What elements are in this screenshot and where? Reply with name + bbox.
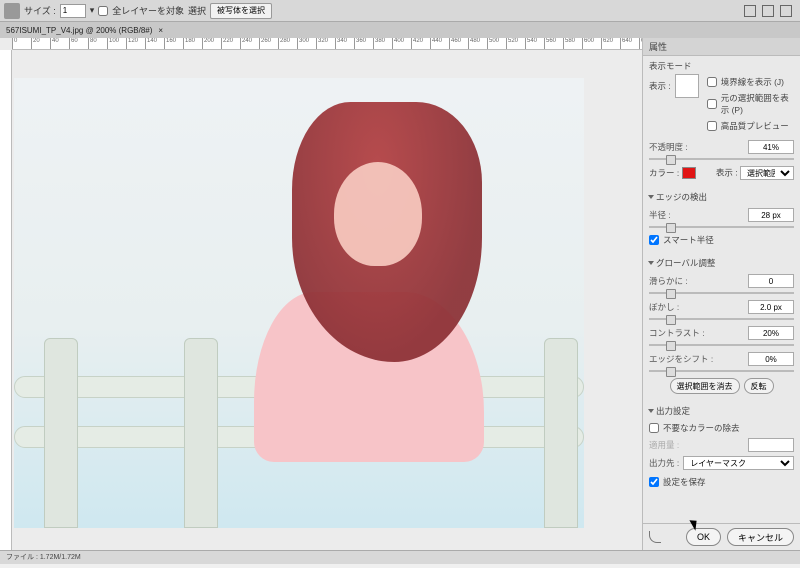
radius-label: 半径 : bbox=[649, 209, 671, 221]
indicate-select[interactable]: 選択範囲 bbox=[740, 166, 794, 180]
smart-radius-label: スマート半径 bbox=[663, 234, 714, 246]
shift-edge-label: エッジをシフト : bbox=[649, 353, 713, 365]
color-swatch[interactable] bbox=[682, 167, 696, 179]
contrast-label: コントラスト : bbox=[649, 327, 705, 339]
chevron-down-icon bbox=[648, 195, 654, 199]
feather-input[interactable] bbox=[748, 300, 794, 314]
show-original-label: 元の選択範囲を表示 (P) bbox=[721, 92, 794, 116]
chevron-down-icon bbox=[648, 261, 654, 265]
document-tab-label: 567ISUMI_TP_V4.jpg @ 200% (RGB/8#) bbox=[6, 26, 152, 35]
opacity-slider[interactable] bbox=[649, 158, 794, 160]
smart-radius-checkbox[interactable] bbox=[649, 235, 659, 245]
show-edge-checkbox[interactable] bbox=[707, 77, 717, 87]
options-bar: サイズ : ▾ 全レイヤーを対象 選択 被写体を選択 bbox=[0, 0, 800, 22]
document-tab[interactable]: 567ISUMI_TP_V4.jpg @ 200% (RGB/8#) × bbox=[0, 22, 800, 38]
all-layers-checkbox[interactable] bbox=[98, 6, 108, 16]
size-input[interactable] bbox=[60, 4, 86, 18]
global-refinements-section[interactable]: グローバル調整 bbox=[649, 254, 794, 272]
select-subject-button[interactable]: 被写体を選択 bbox=[210, 3, 272, 19]
horizontal-ruler: 0204060801001201401601802002202402602803… bbox=[12, 38, 642, 50]
output-to-label: 出力先 : bbox=[649, 457, 679, 469]
contrast-slider[interactable] bbox=[649, 344, 794, 346]
invert-button[interactable]: 反転 bbox=[744, 378, 774, 394]
output-to-select[interactable]: レイヤーマスク bbox=[683, 456, 794, 470]
show-label: 表示 : bbox=[649, 80, 671, 92]
panel-title: 属性 bbox=[643, 38, 800, 56]
remember-settings-checkbox[interactable] bbox=[649, 477, 659, 487]
opacity-input[interactable] bbox=[748, 140, 794, 154]
show-edge-label: 境界線を表示 (J) bbox=[721, 76, 794, 88]
share-icon[interactable] bbox=[780, 5, 792, 17]
size-unit: ▾ bbox=[90, 5, 95, 16]
smooth-label: 滑らかに : bbox=[649, 275, 688, 287]
view-mode-preview[interactable] bbox=[675, 74, 699, 98]
undo-icon[interactable] bbox=[649, 531, 661, 543]
shift-edge-input[interactable] bbox=[748, 352, 794, 366]
decontaminate-label: 不要なカラーの除去 bbox=[663, 422, 740, 434]
cancel-button[interactable]: キャンセル bbox=[727, 528, 794, 546]
all-layers-label: 全レイヤーを対象 bbox=[112, 4, 184, 17]
remember-settings-label: 設定を保存 bbox=[663, 476, 706, 488]
clear-selection-button[interactable]: 選択範囲を消去 bbox=[670, 378, 740, 394]
tool-icon[interactable] bbox=[4, 3, 20, 19]
radius-input[interactable] bbox=[748, 208, 794, 222]
color-show-label: 表示 : bbox=[716, 168, 738, 178]
show-original-checkbox[interactable] bbox=[707, 99, 717, 109]
shift-edge-slider[interactable] bbox=[649, 370, 794, 372]
chevron-down-icon bbox=[648, 409, 654, 413]
opacity-label: 不透明度 : bbox=[649, 141, 688, 153]
amount-input bbox=[748, 438, 794, 452]
smooth-slider[interactable] bbox=[649, 292, 794, 294]
radius-slider[interactable] bbox=[649, 226, 794, 228]
contrast-input[interactable] bbox=[748, 326, 794, 340]
view-mode-label: 表示モード bbox=[649, 60, 794, 72]
reset-icon[interactable] bbox=[744, 5, 756, 17]
output-settings-section[interactable]: 出力設定 bbox=[649, 402, 794, 420]
decontaminate-checkbox[interactable] bbox=[649, 423, 659, 433]
close-icon[interactable]: × bbox=[158, 26, 163, 35]
image-canvas[interactable] bbox=[14, 78, 584, 528]
arrange-icon[interactable] bbox=[762, 5, 774, 17]
feather-slider[interactable] bbox=[649, 318, 794, 320]
vertical-ruler bbox=[0, 50, 12, 550]
hq-preview-checkbox[interactable] bbox=[707, 121, 717, 131]
hq-preview-label: 高品質プレビュー bbox=[721, 120, 794, 132]
color-label: カラー : bbox=[649, 168, 679, 178]
refine-edge: 選択 bbox=[188, 4, 206, 17]
canvas-area: 0204060801001201401601802002202402602803… bbox=[0, 38, 642, 550]
smooth-input[interactable] bbox=[748, 274, 794, 288]
properties-panel: 属性 表示モード 表示 : 境界線を表示 (J) 元の選択範囲を表示 (P) 高… bbox=[642, 38, 800, 550]
size-label: サイズ : bbox=[24, 4, 56, 17]
feather-label: ぼかし : bbox=[649, 301, 679, 313]
edge-detection-section[interactable]: エッジの検出 bbox=[649, 188, 794, 206]
status-bar: ファイル : 1.72M/1.72M bbox=[0, 550, 800, 564]
amount-label: 適用量 : bbox=[649, 439, 679, 451]
ok-button[interactable]: OK bbox=[686, 528, 721, 546]
